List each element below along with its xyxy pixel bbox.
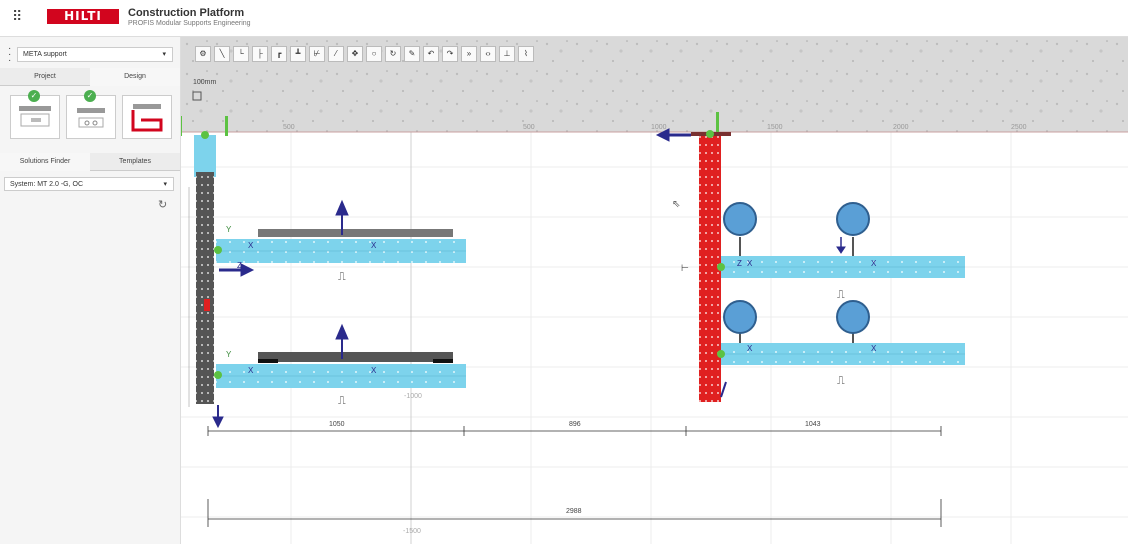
thumb-drawing-1 xyxy=(19,106,51,127)
grid-label: -1000 xyxy=(404,393,422,400)
support-symbol: ⎍ xyxy=(837,289,845,301)
line-icon[interactable]: ╲ xyxy=(214,46,230,62)
clamp-marker xyxy=(204,299,210,311)
check-icon: ✓ xyxy=(84,90,96,102)
design-thumb-2[interactable]: ✓ xyxy=(66,90,116,139)
finder-tabs: Solutions Finder Templates xyxy=(0,153,180,171)
dimension-icon[interactable]: ⊥ xyxy=(499,46,515,62)
app-header: ⠿ HILTI Construction Platform PROFIS Mod… xyxy=(0,0,1128,37)
design-thumb-1[interactable]: ✓ xyxy=(10,90,60,139)
chevron-down-icon: ▾ xyxy=(163,181,167,188)
grid xyxy=(181,132,1128,544)
ruler-label: 2000 xyxy=(893,124,909,131)
support-symbol: ⎍ xyxy=(338,395,346,407)
rotate-icon[interactable]: ↻ xyxy=(385,46,401,62)
system-select-value: System: MT 2.0 -G, OC xyxy=(10,181,83,188)
diagonal-icon[interactable]: ⁄ xyxy=(328,46,344,62)
ruler-label: 500 xyxy=(523,124,535,131)
svg-text:X: X xyxy=(371,366,377,375)
circle-icon[interactable]: ○ xyxy=(366,46,382,62)
undo-icon[interactable]: ↶ xyxy=(423,46,439,62)
svg-text:Z: Z xyxy=(237,261,242,270)
svg-text:X: X xyxy=(747,259,753,268)
tab-project[interactable]: Project xyxy=(0,68,90,86)
dimension-1050: 1050 xyxy=(329,421,345,428)
cursor-icon: ⇖ xyxy=(672,199,680,210)
app-subtitle: PROFIS Modular Supports Engineering xyxy=(128,20,251,27)
project-design-tabs: Project Design xyxy=(0,68,180,86)
svg-text:X: X xyxy=(747,344,753,353)
move-icon[interactable]: ✥ xyxy=(347,46,363,62)
apps-grid-icon[interactable]: ⠿ xyxy=(12,9,26,23)
design-thumb-3[interactable] xyxy=(122,95,172,139)
thumb-drawing-2 xyxy=(77,108,105,128)
tab-templates[interactable]: Templates xyxy=(90,153,180,171)
svg-text:X: X xyxy=(871,259,877,268)
grid-label: -1500 xyxy=(403,528,421,535)
connector-symbol: ⊢ xyxy=(681,263,689,273)
project-select[interactable]: META support ▾ xyxy=(17,47,173,62)
clip-icon[interactable]: ⌇ xyxy=(518,46,534,62)
forward-icon[interactable]: » xyxy=(461,46,477,62)
chevron-down-icon: ▾ xyxy=(162,51,166,58)
settings-icon[interactable]: ⚙ xyxy=(195,46,211,62)
duct-upper xyxy=(258,229,453,237)
drawing-toolbar: ⚙ ╲ └ ├ ┏ ┻ ⊬ ⁄ ✥ ○ ↻ ✎ ↶ ↷ » ‹› ⊥ ⌇ xyxy=(195,46,534,64)
thumb-drawing-3 xyxy=(131,104,163,132)
sidebar: · · · META support ▾ Project Design ✓ ✓ So… xyxy=(0,37,181,544)
svg-text:X: X xyxy=(871,344,877,353)
scale-label: 100mm xyxy=(193,79,217,86)
support-symbol: ⎍ xyxy=(837,375,845,387)
dimension-values: 1050 896 1043 2988 xyxy=(329,421,821,515)
dimension-1043: 1043 xyxy=(805,421,821,428)
brace-icon[interactable]: ⊬ xyxy=(309,46,325,62)
more-options-icon[interactable]: · · · xyxy=(8,44,11,66)
tab-design[interactable]: Design xyxy=(90,68,180,86)
check-icon: ✓ xyxy=(28,90,40,102)
dimension-896: 896 xyxy=(569,421,581,428)
beam-icon[interactable]: ├ xyxy=(252,46,268,62)
project-select-value: META support xyxy=(23,51,67,58)
channel-head xyxy=(194,135,216,177)
angle-icon[interactable]: └ xyxy=(233,46,249,62)
app-title: Construction Platform xyxy=(128,7,245,19)
refresh-icon[interactable]: ↻ xyxy=(158,198,167,211)
svg-text:Z: Z xyxy=(737,259,742,268)
svg-text:Y: Y xyxy=(226,350,232,359)
svg-text:X: X xyxy=(371,241,377,250)
svg-text:Y: Y xyxy=(226,225,232,234)
hilti-logo[interactable]: HILTI xyxy=(47,9,119,24)
svg-text:X: X xyxy=(248,241,254,250)
eraser-icon[interactable]: ✎ xyxy=(404,46,420,62)
svg-text:X: X xyxy=(248,366,254,375)
redo-icon[interactable]: ↷ xyxy=(442,46,458,62)
support-symbol: ⎍ xyxy=(338,271,346,283)
support-icon[interactable]: ┻ xyxy=(290,46,306,62)
dimension-2988: 2988 xyxy=(566,508,582,515)
ruler-label: 1500 xyxy=(767,124,783,131)
code-icon[interactable]: ‹› xyxy=(480,46,496,62)
ruler-label: 2500 xyxy=(1011,124,1027,131)
tab-solutions-finder[interactable]: Solutions Finder xyxy=(0,153,90,171)
system-select[interactable]: System: MT 2.0 -G, OC ▾ xyxy=(4,177,174,191)
ruler-label: 500 xyxy=(283,124,295,131)
duct-lower xyxy=(258,352,453,362)
canvas-svg: 100mm 500 500 1000 1500 2000 2500 X X X … xyxy=(181,37,1128,544)
bracket-icon[interactable]: ┏ xyxy=(271,46,287,62)
drawing-canvas[interactable]: 100mm 500 500 1000 1500 2000 2500 X X X … xyxy=(181,37,1128,544)
ruler-label: 1000 xyxy=(651,124,667,131)
